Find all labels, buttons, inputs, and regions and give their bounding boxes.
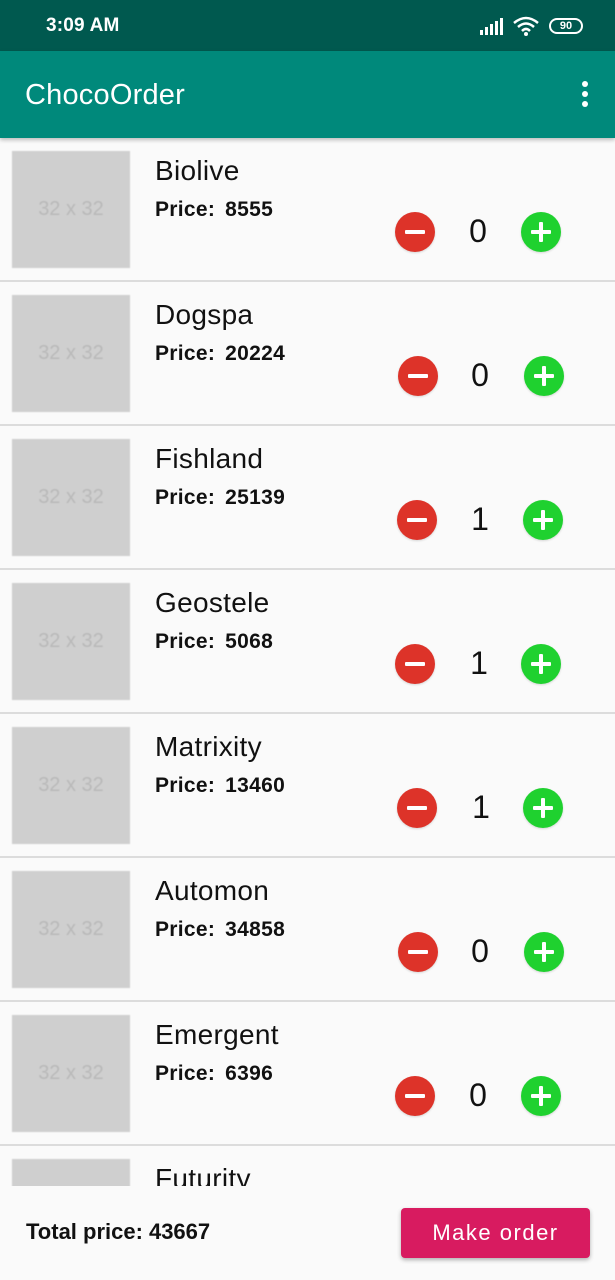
- quantity-value: 0: [469, 1077, 487, 1113]
- product-name: Biolive: [155, 155, 240, 186]
- quantity-value: 1: [471, 501, 489, 537]
- decrement-button[interactable]: [395, 212, 435, 252]
- product-price: Price: 8555: [155, 198, 273, 222]
- product-name: Emergent: [155, 1019, 279, 1050]
- product-price: Price: 34858: [155, 918, 285, 942]
- product-row: 32 x 32 Dogspa Price: 20224 0: [0, 282, 615, 426]
- product-name: Automon: [155, 875, 270, 906]
- decrement-button[interactable]: [397, 500, 437, 540]
- total-price: Total price: 43667: [26, 1219, 210, 1245]
- price-label: Price:: [155, 630, 216, 653]
- quantity-value: 0: [471, 357, 489, 393]
- product-price: Price: 25139: [155, 486, 285, 510]
- decrement-button[interactable]: [395, 644, 435, 684]
- total-price-value: 43667: [148, 1219, 211, 1244]
- product-name: Dogspa: [155, 299, 254, 330]
- product-list[interactable]: 32 x 32 Biolive Price: 8555 0 32 x 32 Dog…: [0, 138, 615, 1186]
- status-bar: 3:09 AM 90: [0, 0, 615, 51]
- increment-button[interactable]: [523, 788, 563, 828]
- total-price-label: Total price:: [26, 1219, 143, 1244]
- product-row: 32 x 32 Automon Price: 34858 0: [0, 858, 615, 1002]
- product-thumbnail: 32 x 32: [12, 583, 130, 700]
- price-value: 34858: [225, 918, 286, 941]
- product-thumbnail: 32 x 32: [12, 727, 130, 844]
- quantity-value: 0: [469, 213, 487, 249]
- price-label: Price:: [155, 198, 216, 221]
- product-name: Fishland: [155, 443, 264, 474]
- wifi-icon: [513, 16, 539, 36]
- price-value: 25139: [225, 486, 286, 509]
- product-row: Futurity: [0, 1146, 615, 1186]
- product-name: Futurity: [155, 1163, 251, 1186]
- price-value: 20224: [225, 342, 286, 365]
- decrement-button[interactable]: [395, 1076, 435, 1116]
- status-time: 3:09 AM: [46, 15, 120, 36]
- price-value: 6396: [225, 1062, 274, 1085]
- product-thumbnail: [12, 1159, 130, 1186]
- increment-button[interactable]: [523, 500, 563, 540]
- battery-icon: 90: [549, 18, 583, 34]
- product-thumbnail: 32 x 32: [12, 295, 130, 412]
- product-row: 32 x 32 Matrixity Price: 13460 1: [0, 714, 615, 858]
- product-price: Price: 6396: [155, 1062, 273, 1086]
- decrement-button[interactable]: [397, 788, 437, 828]
- make-order-button[interactable]: Make order: [401, 1208, 590, 1258]
- product-row: 32 x 32 Biolive Price: 8555 0: [0, 138, 615, 282]
- signal-icon: [480, 18, 503, 35]
- decrement-button[interactable]: [398, 356, 438, 396]
- status-icons: 90: [479, 14, 583, 38]
- product-name: Geostele: [155, 587, 270, 618]
- price-label: Price:: [155, 918, 216, 941]
- price-label: Price:: [155, 486, 216, 509]
- product-price: Price: 5068: [155, 630, 273, 654]
- price-label: Price:: [155, 1062, 216, 1085]
- price-value: 8555: [225, 198, 274, 221]
- quantity-value: 1: [472, 789, 490, 825]
- product-thumbnail: 32 x 32: [12, 871, 130, 988]
- product-row: 32 x 32 Geostele Price: 5068 1: [0, 570, 615, 714]
- price-value: 13460: [225, 774, 286, 797]
- product-thumbnail: 32 x 32: [12, 151, 130, 268]
- more-vert-icon[interactable]: [579, 81, 591, 111]
- price-label: Price:: [155, 342, 216, 365]
- app-bar: ChocoOrder: [0, 51, 615, 138]
- product-row: 32 x 32 Fishland Price: 25139 1: [0, 426, 615, 570]
- product-price: Price: 20224: [155, 342, 285, 366]
- increment-button[interactable]: [524, 932, 564, 972]
- decrement-button[interactable]: [398, 932, 438, 972]
- quantity-value: 1: [470, 645, 488, 681]
- app-title: ChocoOrder: [25, 79, 185, 111]
- quantity-value: 0: [471, 933, 489, 969]
- product-price: Price: 13460: [155, 774, 285, 798]
- product-thumbnail: 32 x 32: [12, 1015, 130, 1132]
- product-name: Matrixity: [155, 731, 262, 762]
- price-label: Price:: [155, 774, 216, 797]
- product-row: 32 x 32 Emergent Price: 6396 0: [0, 1002, 615, 1146]
- product-thumbnail: 32 x 32: [12, 439, 130, 556]
- increment-button[interactable]: [521, 1076, 561, 1116]
- price-value: 5068: [225, 630, 274, 653]
- increment-button[interactable]: [524, 356, 564, 396]
- increment-button[interactable]: [521, 212, 561, 252]
- increment-button[interactable]: [521, 644, 561, 684]
- order-footer: Total price: 43667 Make order: [0, 1186, 615, 1280]
